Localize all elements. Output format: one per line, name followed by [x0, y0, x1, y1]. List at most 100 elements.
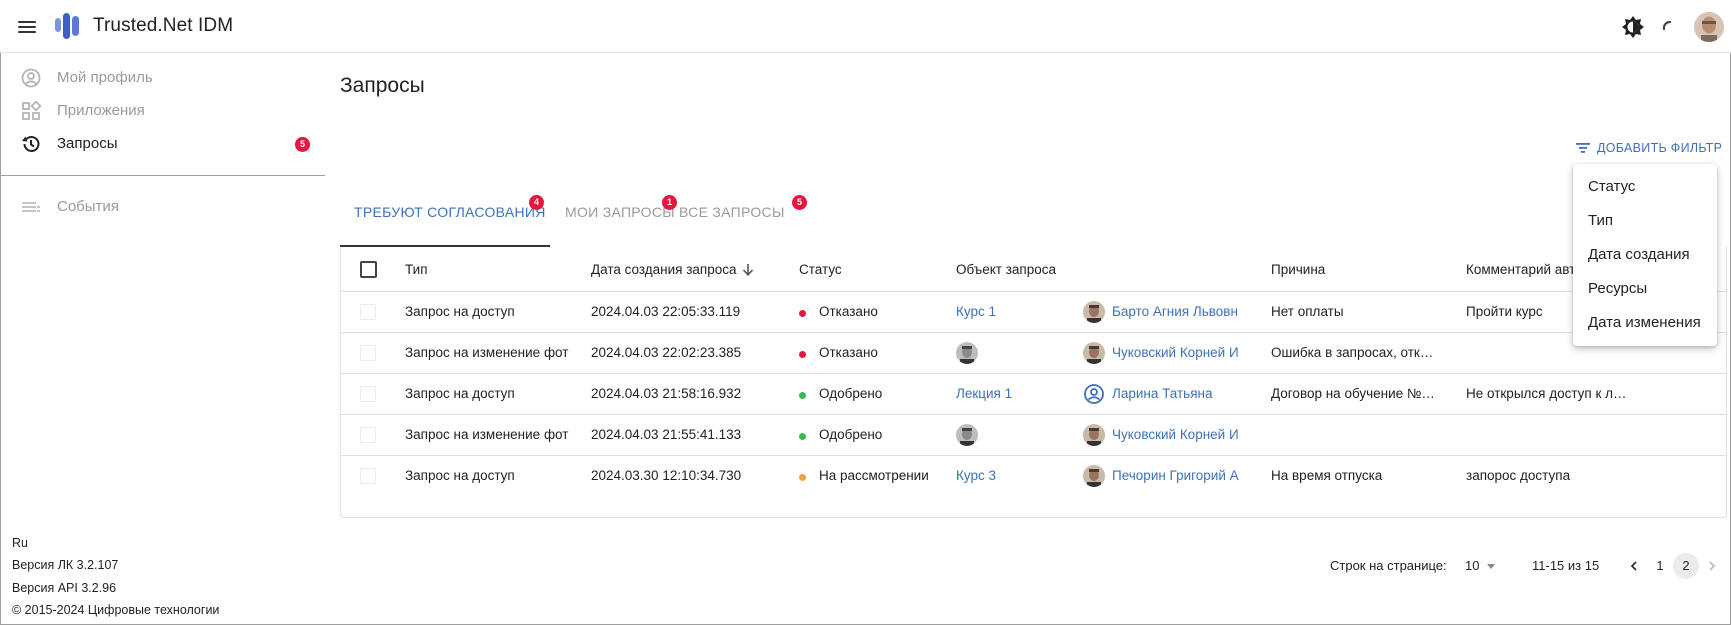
list-icon: [22, 202, 40, 212]
table-row[interactable]: Запрос на изменение фот 2024.04.03 22:02:…: [341, 333, 1726, 374]
request-type: Запрос на доступ: [405, 304, 515, 319]
app-header: Trusted.Net IDM: [0, 0, 1731, 53]
request-type: Запрос на доступ: [405, 386, 515, 401]
chevron-right-icon: [1709, 561, 1716, 571]
request-object-link[interactable]: Лекция 1: [956, 386, 1012, 401]
language-selector[interactable]: Ru: [12, 536, 28, 550]
tab-badge: 5: [792, 195, 807, 210]
request-status: Отказано: [819, 345, 878, 360]
filter-option-resources[interactable]: Ресурсы: [1573, 272, 1717, 306]
page-button-1[interactable]: 1: [1647, 553, 1673, 579]
request-user-link[interactable]: Ларина Татьяна: [1112, 386, 1262, 401]
request-date: 2024.04.03 21:55:41.133: [591, 427, 742, 442]
column-header-object[interactable]: Объект запроса: [956, 262, 1056, 277]
sidebar-item-profile[interactable]: Мой профиль: [0, 62, 325, 94]
request-date: 2024.04.03 22:02:23.385: [591, 345, 742, 360]
filter-option-label: Дата создания: [1588, 246, 1690, 263]
request-date: 2024.04.03 22:05:33.119: [591, 304, 741, 319]
dropdown-arrow-icon: [1487, 564, 1495, 569]
user-photo-icon: [1083, 465, 1105, 487]
filter-option-label: Тип: [1588, 212, 1614, 229]
tab-pending-approval[interactable]: ТРЕБУЮТ СОГЛАСОВАНИЯ 4: [340, 182, 550, 247]
pagination-range: 11-15 из 15: [1532, 558, 1600, 573]
table-header: Тип Дата создания запроса Статус Объект …: [341, 247, 1726, 292]
column-header-status[interactable]: Статус: [799, 262, 842, 277]
request-object-link[interactable]: Курс 3: [956, 468, 996, 483]
sidebar-item-events[interactable]: События: [0, 191, 325, 223]
request-date: 2024.03.30 12:10:34.730: [591, 468, 742, 483]
chevron-left-icon: [1630, 561, 1637, 571]
sidebar: Мой профиль Приложения Запросы 5 События…: [0, 53, 325, 623]
loading-spinner-icon: [1662, 20, 1672, 31]
menu-icon[interactable]: [14, 14, 40, 40]
filter-option-created-date[interactable]: Дата создания: [1573, 238, 1717, 272]
sidebar-item-apps[interactable]: Приложения: [0, 95, 325, 127]
row-checkbox[interactable]: [360, 427, 376, 443]
request-comment: Не открылся доступ к л…: [1466, 386, 1626, 401]
page-button-2[interactable]: 2: [1673, 553, 1699, 579]
sidebar-item-label: Запросы: [57, 135, 118, 152]
column-header-type[interactable]: Тип: [405, 262, 428, 277]
sidebar-item-label: События: [57, 198, 119, 215]
user-photo-icon: [1083, 342, 1105, 364]
filter-icon: [1576, 143, 1590, 153]
rows-per-page-select[interactable]: 10: [1465, 556, 1501, 576]
request-status: Одобрено: [819, 386, 883, 401]
status-dot-icon: [799, 351, 806, 358]
next-page-button[interactable]: [1699, 553, 1725, 579]
filter-option-type[interactable]: Тип: [1573, 204, 1717, 238]
page-title: Запросы: [340, 74, 425, 97]
user-avatar[interactable]: [1694, 12, 1724, 42]
sidebar-item-label: Мой профиль: [57, 69, 153, 86]
rows-per-page-label: Строк на странице:: [1330, 558, 1447, 573]
account-circle-icon: [21, 68, 41, 88]
lk-version: Версия ЛК 3.2.107: [12, 558, 119, 572]
table-row[interactable]: Запрос на доступ 2024.04.03 22:05:33.119 О…: [341, 292, 1726, 333]
table-row[interactable]: Запрос на доступ 2024.03.30 12:10:34.730 Н…: [341, 456, 1726, 497]
status-dot-icon: [799, 474, 806, 481]
table-row[interactable]: Запрос на изменение фот 2024.04.03 21:55:…: [341, 415, 1726, 456]
row-checkbox[interactable]: [360, 386, 376, 402]
request-user-link[interactable]: Печорин Григорий А: [1112, 468, 1262, 483]
row-checkbox[interactable]: [360, 345, 376, 361]
request-user-link[interactable]: Барто Агния Львовн: [1112, 304, 1262, 319]
sidebar-item-requests[interactable]: Запросы 5: [0, 128, 325, 160]
sidebar-divider: [0, 175, 325, 176]
tab-my-requests[interactable]: МОИ ЗАПРОСЫ 1: [550, 182, 677, 247]
request-user-link[interactable]: Чуковский Корней И: [1112, 427, 1262, 442]
sort-arrow-down-icon[interactable]: [742, 263, 754, 277]
add-filter-button[interactable]: ДОБАВИТЬ ФИЛЬТР: [1576, 141, 1722, 155]
sidebar-item-label: Приложения: [57, 102, 145, 119]
request-status: Отказано: [819, 304, 878, 319]
select-all-checkbox[interactable]: [360, 261, 377, 278]
request-type: Запрос на доступ: [405, 468, 515, 483]
object-photo-icon[interactable]: [956, 342, 978, 364]
request-date: 2024.04.03 21:58:16.932: [591, 386, 742, 401]
request-object-link[interactable]: Курс 1: [956, 304, 996, 319]
api-version: Версия API 3.2.96: [12, 581, 117, 595]
requests-badge: 5: [295, 137, 310, 152]
filter-option-label: Статус: [1588, 178, 1636, 195]
request-comment: запорос доступа: [1466, 468, 1571, 483]
filter-option-modified-date[interactable]: Дата изменения: [1573, 306, 1717, 340]
row-checkbox[interactable]: [360, 304, 376, 320]
rows-per-page-value: 10: [1465, 558, 1480, 573]
column-header-date[interactable]: Дата создания запроса: [591, 262, 737, 277]
requests-table: Тип Дата создания запроса Статус Объект …: [340, 247, 1727, 518]
theme-toggle-icon[interactable]: [1620, 14, 1646, 40]
user-photo-icon: [1083, 424, 1105, 446]
add-filter-label: ДОБАВИТЬ ФИЛЬТР: [1597, 141, 1723, 155]
request-user-link[interactable]: Чуковский Корней И: [1112, 345, 1262, 360]
prev-page-button[interactable]: [1621, 553, 1647, 579]
tab-all-requests[interactable]: ВСЕ ЗАПРОСЫ 5: [670, 182, 807, 247]
column-header-comment[interactable]: Комментарий авт: [1466, 262, 1575, 277]
table-row[interactable]: Запрос на доступ 2024.04.03 21:58:16.932 О…: [341, 374, 1726, 415]
column-header-reason[interactable]: Причина: [1271, 262, 1325, 277]
object-photo-icon[interactable]: [956, 424, 978, 446]
filter-option-label: Ресурсы: [1588, 280, 1648, 297]
request-status: Одобрено: [819, 427, 883, 442]
logo-icon: [55, 13, 79, 39]
filter-option-status[interactable]: Статус: [1573, 170, 1717, 204]
tab-badge: 4: [529, 195, 544, 210]
row-checkbox[interactable]: [360, 468, 376, 484]
